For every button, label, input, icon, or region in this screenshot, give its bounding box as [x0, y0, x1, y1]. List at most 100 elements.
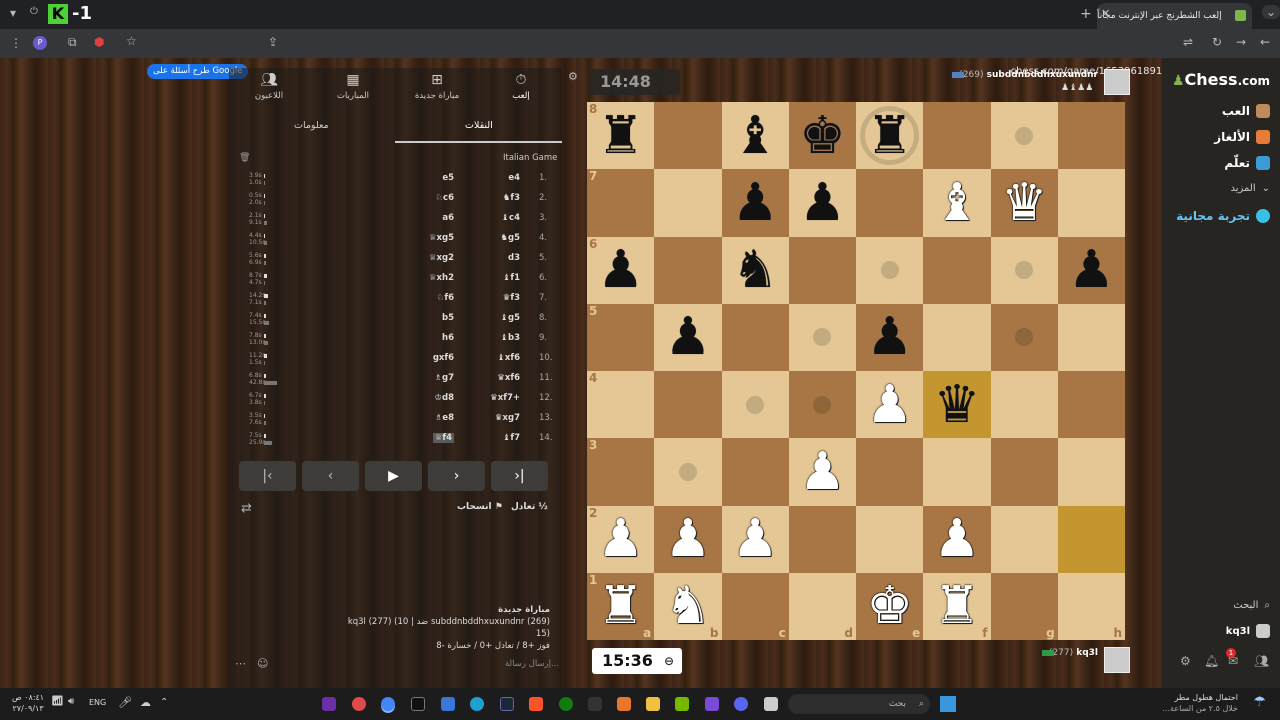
square-a7[interactable]: 7 — [587, 169, 655, 237]
prev-move-button[interactable]: ‹ — [302, 461, 359, 491]
black-pawn-icon[interactable]: ♟ — [597, 244, 644, 296]
square-h5[interactable] — [1057, 303, 1125, 371]
square-h7[interactable] — [1057, 169, 1125, 237]
tab-search-icon[interactable]: ▾ — [10, 6, 16, 20]
chevron-up-icon[interactable]: ⌃ — [160, 697, 168, 708]
legal-move-dot[interactable] — [880, 261, 899, 280]
white-move[interactable]: ♞g5 — [500, 233, 520, 243]
new-tab-button[interactable]: + — [1080, 6, 1092, 22]
epic-icon[interactable] — [588, 697, 602, 711]
black-rook-icon[interactable]: ♜ — [597, 110, 644, 162]
app-icon-4[interactable] — [705, 697, 719, 711]
steam-icon[interactable] — [500, 697, 514, 711]
edge-icon[interactable] — [470, 697, 484, 711]
white-move[interactable]: ♝b3 — [500, 333, 520, 343]
white-pawn-icon[interactable]: ♟ — [665, 513, 712, 565]
white-move[interactable]: d3 — [508, 253, 520, 263]
white-rook-icon[interactable]: ♜ — [597, 580, 644, 632]
white-pawn-icon[interactable]: ♟ — [866, 379, 913, 431]
square-d5[interactable] — [788, 303, 856, 371]
square-g6[interactable] — [990, 236, 1058, 304]
app-icon-3[interactable] — [617, 697, 631, 711]
flip-board-icon[interactable]: ⇄ — [241, 501, 252, 516]
white-pawn-icon[interactable]: ♟ — [597, 513, 644, 565]
square-a3[interactable]: 3 — [587, 438, 655, 506]
white-queen-icon[interactable]: ♛ — [1001, 177, 1048, 229]
player-avatar[interactable] — [1104, 647, 1130, 673]
square-b6[interactable] — [654, 236, 722, 304]
black-queen-icon[interactable]: ♛ — [934, 379, 981, 431]
wifi-icon[interactable]: 📶︎ — [51, 696, 64, 707]
square-h6[interactable]: ♟ — [1057, 236, 1125, 304]
square-h4[interactable] — [1057, 371, 1125, 439]
forward-icon[interactable]: → — [1236, 35, 1246, 49]
white-move[interactable]: ♛f3 — [503, 293, 520, 303]
language-indicator[interactable]: ENG — [89, 698, 106, 707]
profile-avatar[interactable]: P — [33, 36, 47, 50]
nav-learn[interactable]: تعلّم — [1224, 156, 1270, 170]
chrome-icon[interactable] — [381, 697, 395, 711]
square-c5[interactable] — [721, 303, 789, 371]
black-move[interactable]: ♕xh2 — [429, 273, 454, 283]
volume-icon[interactable]: 🔊︎ — [68, 696, 74, 707]
black-move[interactable]: ♘f6 — [437, 293, 454, 303]
black-move[interactable]: h6 — [442, 333, 454, 343]
square-f3[interactable] — [923, 438, 991, 506]
white-move[interactable]: ♛xg7 — [495, 413, 520, 423]
square-d3[interactable]: ♟ — [788, 438, 856, 506]
clock-tray[interactable]: ٠٨:٤١ ص ٢٧/٠٩/١٣ — [12, 692, 44, 714]
black-move[interactable]: ♕f4 — [432, 433, 454, 443]
square-d1[interactable]: d — [788, 572, 856, 640]
square-f5[interactable] — [923, 303, 991, 371]
square-h1[interactable]: h — [1057, 572, 1125, 640]
square-b2[interactable]: ♟ — [654, 505, 722, 573]
legal-move-dot[interactable] — [678, 462, 697, 481]
nav-user[interactable]: kq3l — [1226, 624, 1270, 638]
square-g1[interactable]: g — [990, 572, 1058, 640]
black-move[interactable]: ♘c6 — [435, 193, 454, 203]
last-move-button[interactable]: ›| — [491, 461, 548, 491]
black-pawn-icon[interactable]: ♟ — [732, 177, 779, 229]
square-h3[interactable] — [1057, 438, 1125, 506]
store-icon[interactable] — [441, 697, 455, 711]
app-icon-2[interactable] — [352, 697, 366, 711]
square-a6[interactable]: ♟ 6 — [587, 236, 655, 304]
black-move[interactable]: ♗g7 — [434, 373, 454, 383]
reload-icon[interactable]: ↻ — [1212, 35, 1222, 49]
square-b1[interactable]: ♞ b — [654, 572, 722, 640]
play-button[interactable]: ▶ — [365, 461, 422, 491]
back-icon[interactable]: ← — [1260, 35, 1270, 49]
white-move[interactable]: ♝f7 — [503, 433, 520, 443]
white-rook-icon[interactable]: ♜ — [934, 580, 981, 632]
black-move[interactable]: e5 — [442, 173, 454, 183]
legal-move-dot[interactable] — [1015, 328, 1034, 347]
black-move[interactable]: b5 — [442, 313, 454, 323]
legal-move-dot[interactable] — [813, 395, 832, 414]
nvidia-icon[interactable] — [675, 697, 689, 711]
xbox-icon[interactable] — [559, 697, 573, 711]
square-c1[interactable]: c — [721, 572, 789, 640]
square-g5[interactable] — [990, 303, 1058, 371]
subtab-info[interactable]: معلومات — [294, 120, 329, 131]
square-b5[interactable]: ♟ — [654, 303, 722, 371]
black-king-icon[interactable]: ♚ — [799, 110, 846, 162]
square-c6[interactable]: ♞ — [721, 236, 789, 304]
app-icon-1[interactable] — [322, 697, 336, 711]
black-move[interactable]: gxf6 — [433, 353, 454, 363]
tab-players[interactable]: 👥︎ اللاعبون — [229, 72, 309, 101]
square-a8[interactable]: ♜ 8 — [587, 102, 655, 170]
square-b8[interactable] — [654, 102, 722, 170]
square-b7[interactable] — [654, 169, 722, 237]
black-pawn-icon[interactable]: ♟ — [799, 177, 846, 229]
resign-button[interactable]: ⚑ انسحاب — [457, 502, 503, 512]
square-f6[interactable] — [923, 236, 991, 304]
settings-gear-icon[interactable]: ⚙ — [1180, 654, 1191, 668]
square-a5[interactable]: 5 — [587, 303, 655, 371]
square-f1[interactable]: ♜ f — [923, 572, 991, 640]
emoji-icon[interactable]: ☺ — [257, 657, 268, 670]
nav-puzzles[interactable]: الألغاز — [1214, 130, 1270, 144]
nav-free-trial[interactable]: تجربة مجانية — [1176, 209, 1270, 223]
white-bishop-icon[interactable]: ♝ — [934, 177, 981, 229]
white-move[interactable]: ♛xf7+ — [490, 393, 520, 403]
tab-new-game[interactable]: ⊞ مباراة جديدة — [397, 72, 477, 101]
